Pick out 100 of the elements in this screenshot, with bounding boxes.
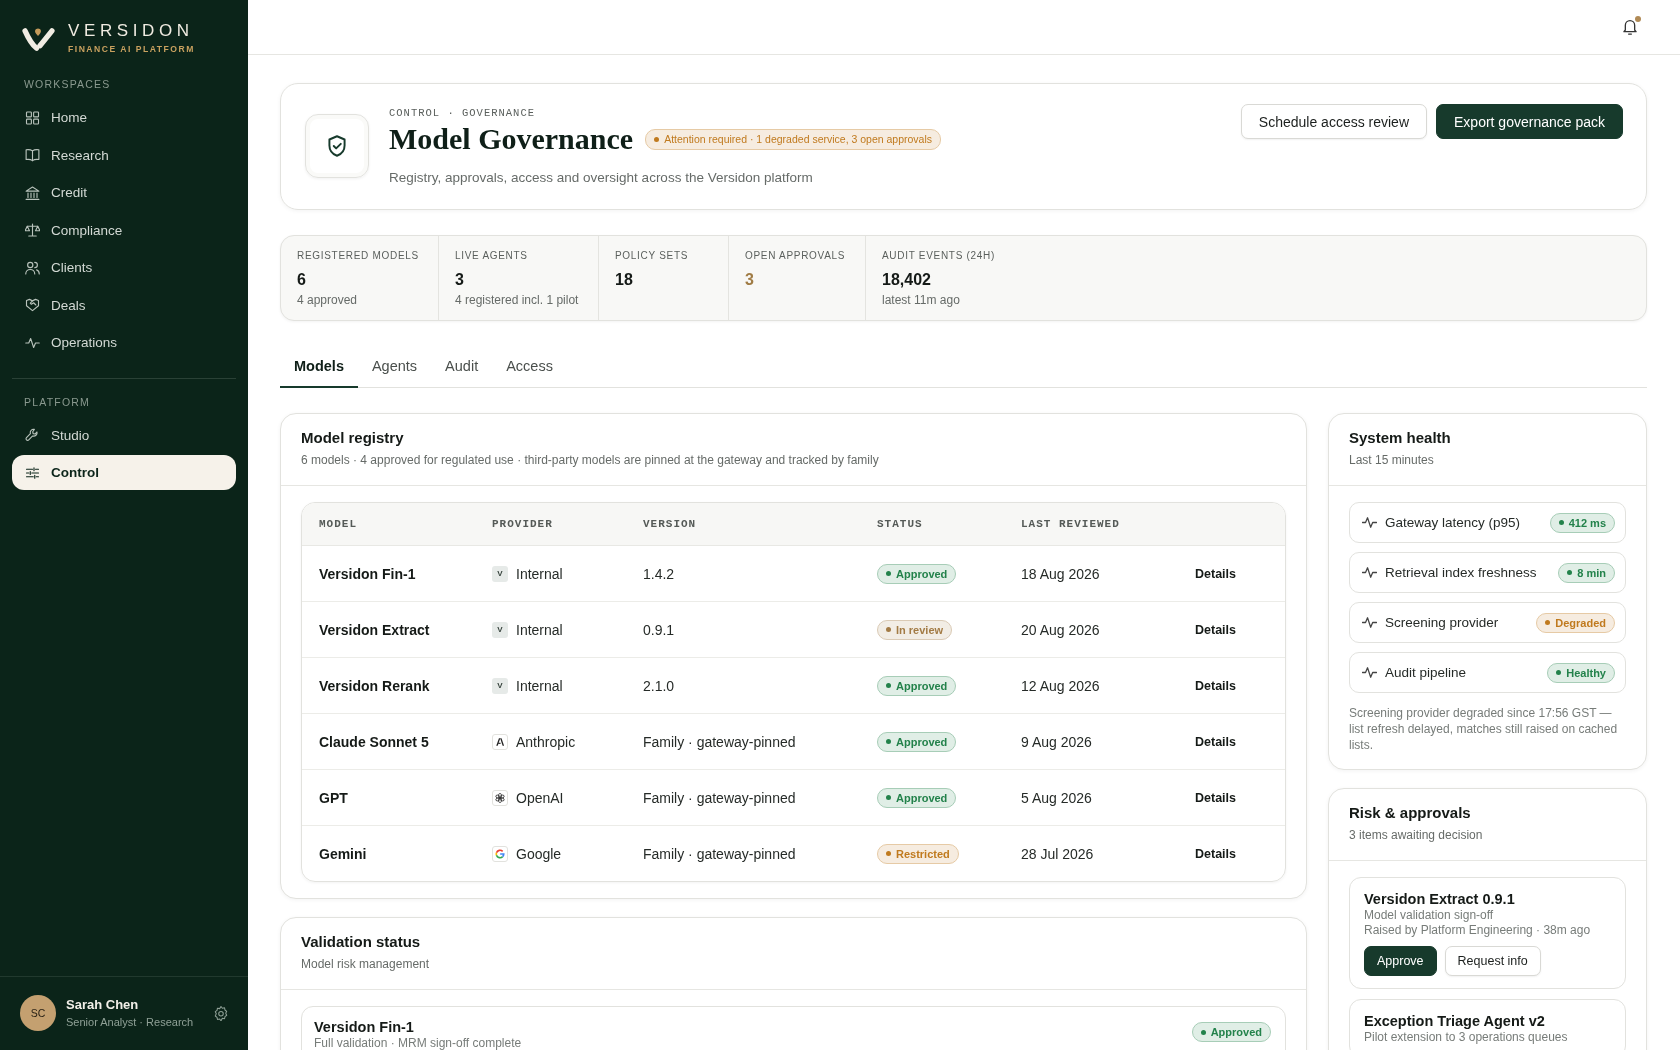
pulse-icon <box>1362 667 1377 678</box>
user-role: Senior Analyst · Research <box>66 1015 194 1030</box>
bank-icon <box>25 185 40 200</box>
card-title: Risk & approvals <box>1349 803 1472 823</box>
nav-item[interactable]: Operations <box>12 324 236 362</box>
model-name: Gemini <box>319 845 367 862</box>
status-label: Approved <box>1210 1026 1262 1038</box>
stat-value: 18,402 <box>882 270 932 290</box>
approval-button[interactable]: Request info <box>1444 946 1541 976</box>
nav-section-heading: WORKSPACES <box>23 77 112 91</box>
bell-icon[interactable] <box>1623 19 1637 35</box>
details-link[interactable]: Details <box>1195 678 1236 693</box>
settings-icon[interactable] <box>214 1005 228 1021</box>
health-note: Screening provider degraded since 17:56 GST — list refresh delayed, matches still raised on cached lists. <box>1349 705 1619 753</box>
version-text: Family · gateway-pinned <box>643 845 796 862</box>
breadcrumb: CONTROL · GOVERNANCE <box>389 106 537 120</box>
nav-item[interactable]: Clients <box>12 249 236 287</box>
nav-item[interactable]: Studio <box>12 416 236 454</box>
review-date: 12 Aug 2026 <box>1021 677 1100 694</box>
status-label: Restricted <box>896 847 950 860</box>
people-icon <box>25 260 40 275</box>
column-header: LAST REVIEWED <box>1021 518 1120 530</box>
version-text: 1.4.2 <box>643 565 675 582</box>
version-text: 0.9.1 <box>643 621 675 638</box>
avatar: SC <box>20 995 56 1031</box>
action-button[interactable]: Schedule access review <box>1240 104 1427 139</box>
nav-item[interactable]: Credit <box>12 174 236 212</box>
stat-note: 4 approved <box>297 293 359 308</box>
model-name: Versidon Extract <box>319 621 430 638</box>
validation-detail: Full validation · MRM sign-off complete <box>314 1036 522 1050</box>
version-text: Family · gateway-pinned <box>643 789 796 806</box>
provider-name: OpenAI <box>516 789 564 806</box>
model-name: Claude Sonnet 5 <box>319 733 429 750</box>
approval-detail: Pilot extension to 3 operations queues <box>1364 1030 1569 1045</box>
details-link[interactable]: Details <box>1195 566 1236 581</box>
card-subtitle: Model risk management <box>301 956 431 972</box>
tab[interactable]: Models <box>280 346 358 388</box>
sliders-icon <box>25 465 40 480</box>
tab[interactable]: Audit <box>431 346 493 388</box>
provider-logo: V <box>492 621 508 638</box>
stat-value: 18 <box>615 270 634 290</box>
status-label: Approved <box>896 735 948 748</box>
page-title: Model Governance <box>389 122 634 156</box>
provider-name: Internal <box>516 565 563 582</box>
details-link[interactable]: Details <box>1195 846 1236 861</box>
metric-label: Retrieval index freshness <box>1385 565 1537 580</box>
heart-icon <box>25 298 40 313</box>
action-button[interactable]: Export governance pack <box>1436 104 1623 139</box>
card-title: System health <box>1349 428 1452 448</box>
nav-item[interactable]: Home <box>12 99 236 137</box>
nav-item[interactable]: Research <box>12 136 236 174</box>
status-label: Approved <box>896 679 948 692</box>
metric-value: 412 ms <box>1568 516 1606 529</box>
card-title: Model registry <box>301 428 405 448</box>
wrench-icon <box>25 428 40 443</box>
nav-item[interactable]: Deals <box>12 286 236 324</box>
review-date: 18 Aug 2026 <box>1021 565 1100 582</box>
card-subtitle: Last 15 minutes <box>1349 452 1435 468</box>
metric-value: 8 min <box>1577 566 1606 579</box>
pulse-icon <box>1362 517 1377 528</box>
nav-item[interactable]: Control <box>12 455 236 490</box>
approval-detail: Model validation sign-off <box>1364 908 1495 923</box>
card-subtitle: 6 models · 4 approved for regulated use · third-party models are pinned at the gateway and tracked by family <box>301 452 880 468</box>
stat-value: 6 <box>297 270 307 290</box>
pulse-icon <box>1362 567 1377 578</box>
metric-label: Audit pipeline <box>1385 665 1467 680</box>
stat-label: OPEN APPROVALS <box>745 249 847 263</box>
provider-logo: V <box>492 565 508 582</box>
model-name: Versidon Rerank <box>319 677 430 694</box>
nav-section-heading: PLATFORM <box>23 394 91 409</box>
review-date: 28 Jul 2026 <box>1021 845 1094 862</box>
pulse-icon <box>25 335 40 350</box>
user-name: Sarah Chen <box>66 996 140 1013</box>
approval-title: Versidon Extract 0.9.1 <box>1364 890 1516 908</box>
approval-button[interactable]: Approve <box>1364 946 1437 976</box>
shield-check-icon <box>305 114 369 178</box>
stat-note: 4 registered incl. 1 pilot <box>455 293 580 308</box>
metric-value: Healthy <box>1566 666 1606 679</box>
details-link[interactable]: Details <box>1195 734 1236 749</box>
review-date: 20 Aug 2026 <box>1021 621 1100 638</box>
metric-label: Gateway latency (p95) <box>1385 515 1521 530</box>
review-date: 5 Aug 2026 <box>1021 789 1092 806</box>
tab[interactable]: Access <box>492 346 567 388</box>
provider-logo-icon <box>492 845 508 862</box>
metric-label: Screening provider <box>1385 615 1499 630</box>
details-link[interactable]: Details <box>1195 790 1236 805</box>
stat-label: REGISTERED MODELS <box>297 249 420 263</box>
grid-icon <box>25 110 40 125</box>
tab[interactable]: Agents <box>357 346 432 388</box>
provider-logo: V <box>492 677 508 694</box>
pulse-icon <box>1362 617 1377 628</box>
scales-icon <box>25 223 40 238</box>
page-subtitle: Registry, approvals, access and oversight across the Versidon platform <box>389 169 814 187</box>
details-link[interactable]: Details <box>1195 622 1236 637</box>
provider-name: Google <box>516 845 562 862</box>
nav-item[interactable]: Compliance <box>12 211 236 249</box>
provider-logo-icon <box>492 789 508 806</box>
column-header: MODEL <box>319 518 357 530</box>
alert-text: Attention required · 1 degraded service, 3 open approvals <box>664 133 933 145</box>
logo-icon <box>22 25 55 51</box>
